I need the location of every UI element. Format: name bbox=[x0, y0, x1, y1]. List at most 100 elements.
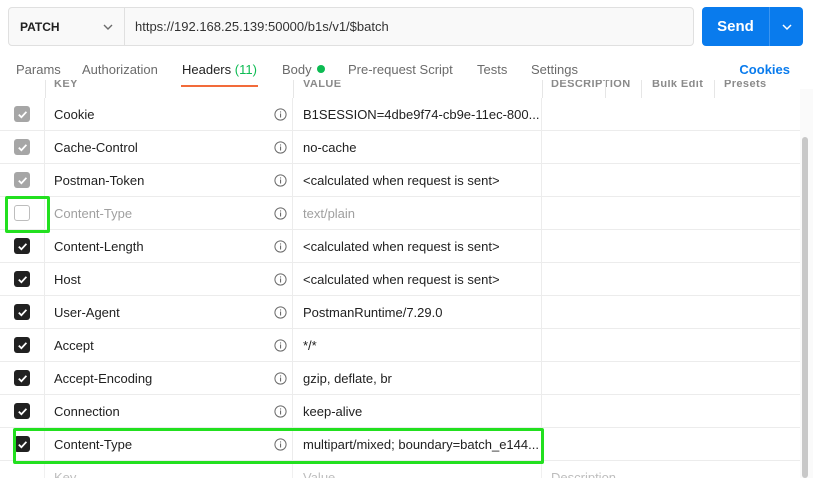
row-enabled-checkbox[interactable] bbox=[14, 370, 30, 386]
tab-headers[interactable]: Headers (11) bbox=[182, 62, 257, 77]
header-key-cell[interactable]: Cookie bbox=[45, 98, 293, 130]
header-value: multipart/mixed; boundary=batch_e144... bbox=[303, 436, 539, 452]
header-key-cell[interactable]: Content-Type bbox=[45, 428, 293, 460]
info-icon[interactable] bbox=[274, 207, 287, 220]
info-icon[interactable] bbox=[274, 273, 287, 286]
header-description-cell[interactable] bbox=[542, 197, 800, 229]
info-icon[interactable] bbox=[274, 240, 287, 253]
new-description-input[interactable]: Description bbox=[542, 461, 800, 478]
header-description-cell[interactable] bbox=[542, 164, 800, 196]
method-select[interactable]: PATCH bbox=[9, 8, 125, 45]
header-value: */* bbox=[303, 337, 317, 353]
header-value-cell[interactable]: text/plain bbox=[293, 197, 542, 229]
header-value-cell[interactable]: keep-alive bbox=[293, 395, 542, 427]
info-icon[interactable] bbox=[274, 438, 287, 451]
header-key-cell[interactable]: Content-Type bbox=[45, 197, 293, 229]
row-enabled-checkbox[interactable] bbox=[14, 337, 30, 353]
table-row: Host <calculated when request is sent> bbox=[0, 263, 800, 296]
method-label: PATCH bbox=[20, 19, 60, 34]
tab-settings[interactable]: Settings bbox=[531, 62, 578, 77]
row-enabled-checkbox[interactable] bbox=[14, 271, 30, 287]
table-row: Content-Length <calculated when request i… bbox=[0, 230, 800, 263]
header-description-cell[interactable] bbox=[542, 98, 800, 130]
tab-pre-request-script[interactable]: Pre-request Script bbox=[348, 62, 453, 77]
header-description-cell[interactable] bbox=[542, 362, 800, 394]
row-enabled-checkbox[interactable] bbox=[14, 304, 30, 320]
header-key-cell[interactable]: Connection bbox=[45, 395, 293, 427]
row-enabled-checkbox[interactable] bbox=[14, 238, 30, 254]
new-key-input[interactable]: Key bbox=[45, 461, 293, 478]
info-icon[interactable] bbox=[274, 372, 287, 385]
new-value-input[interactable]: Value bbox=[293, 461, 542, 478]
header-key-cell[interactable]: Host bbox=[45, 263, 293, 295]
row-enabled-checkbox[interactable] bbox=[14, 436, 30, 452]
header-value-cell[interactable]: <calculated when request is sent> bbox=[293, 164, 542, 196]
tab-label: Authorization bbox=[82, 62, 158, 77]
header-value-cell[interactable]: */* bbox=[293, 329, 542, 361]
info-icon[interactable] bbox=[274, 339, 287, 352]
send-button[interactable]: Send bbox=[702, 7, 769, 46]
row-enabled-checkbox[interactable] bbox=[14, 403, 30, 419]
tab-authorization[interactable]: Authorization bbox=[82, 62, 158, 77]
row-enabled-checkbox[interactable] bbox=[14, 106, 30, 122]
description-placeholder: Description bbox=[551, 469, 617, 478]
header-value-cell[interactable]: B1SESSION=4dbe9f74-cb9e-11ec-800... bbox=[293, 98, 542, 130]
header-key: Content-Type bbox=[54, 205, 133, 221]
table-row: Content-Type multipart/mixed; boundary=ba… bbox=[0, 428, 800, 461]
tab-tests[interactable]: Tests bbox=[477, 62, 507, 77]
header-value: <calculated when request is sent> bbox=[303, 238, 500, 254]
header-value: gzip, deflate, br bbox=[303, 370, 392, 386]
column-divider bbox=[605, 80, 606, 98]
header-key-cell[interactable]: Postman-Token bbox=[45, 164, 293, 196]
header-key-cell[interactable]: Accept-Encoding bbox=[45, 362, 293, 394]
scrollbar-thumb[interactable] bbox=[802, 137, 808, 478]
header-value: B1SESSION=4dbe9f74-cb9e-11ec-800... bbox=[303, 106, 540, 122]
info-icon[interactable] bbox=[274, 174, 287, 187]
tab-label: Params bbox=[16, 62, 61, 77]
header-value-cell[interactable]: gzip, deflate, br bbox=[293, 362, 542, 394]
header-key: Connection bbox=[54, 403, 120, 419]
url-input[interactable]: https://192.168.25.139:50000/b1s/v1/$bat… bbox=[125, 8, 693, 45]
header-description-cell[interactable] bbox=[542, 395, 800, 427]
header-value-cell[interactable]: multipart/mixed; boundary=batch_e144... bbox=[293, 428, 542, 460]
send-options-button[interactable] bbox=[769, 7, 803, 46]
header-key-cell[interactable]: Content-Length bbox=[45, 230, 293, 262]
tab-params[interactable]: Params bbox=[16, 62, 61, 77]
table-row: Accept */* bbox=[0, 329, 800, 362]
header-value: text/plain bbox=[303, 205, 356, 221]
table-row: User-Agent PostmanRuntime/7.29.0 bbox=[0, 296, 800, 329]
tab-body[interactable]: Body bbox=[282, 62, 325, 77]
header-description-cell[interactable] bbox=[542, 131, 800, 163]
info-icon[interactable] bbox=[274, 108, 287, 121]
info-icon[interactable] bbox=[274, 306, 287, 319]
info-icon[interactable] bbox=[274, 141, 287, 154]
header-key: Cache-Control bbox=[54, 139, 138, 155]
header-value: keep-alive bbox=[303, 403, 363, 419]
table-header-row: KEY VALUE DESCRIPTION Bulk Edit Presets bbox=[0, 80, 800, 98]
header-description-cell[interactable] bbox=[542, 230, 800, 262]
header-key-cell[interactable]: Cache-Control bbox=[45, 131, 293, 163]
row-enabled-checkbox[interactable] bbox=[14, 172, 30, 188]
cookies-link[interactable]: Cookies bbox=[739, 62, 790, 77]
header-description-cell[interactable] bbox=[542, 329, 800, 361]
row-checkbox-cell bbox=[0, 164, 45, 196]
row-checkbox-cell bbox=[0, 395, 45, 427]
info-icon[interactable] bbox=[274, 405, 287, 418]
header-value-cell[interactable]: no-cache bbox=[293, 131, 542, 163]
header-value-cell[interactable]: <calculated when request is sent> bbox=[293, 230, 542, 262]
header-value-cell[interactable]: PostmanRuntime/7.29.0 bbox=[293, 296, 542, 328]
header-description-cell[interactable] bbox=[542, 428, 800, 460]
header-value: PostmanRuntime/7.29.0 bbox=[303, 304, 443, 320]
header-description-cell[interactable] bbox=[542, 296, 800, 328]
header-value-cell[interactable]: <calculated when request is sent> bbox=[293, 263, 542, 295]
header-key-cell[interactable]: Accept bbox=[45, 329, 293, 361]
header-value: <calculated when request is sent> bbox=[303, 271, 500, 287]
header-description-cell[interactable] bbox=[542, 263, 800, 295]
bulk-edit-button[interactable]: Bulk Edit bbox=[652, 80, 703, 90]
header-key-cell[interactable]: User-Agent bbox=[45, 296, 293, 328]
chevron-down-icon bbox=[103, 24, 113, 30]
row-enabled-checkbox[interactable] bbox=[14, 139, 30, 155]
send-button-group: Send bbox=[702, 7, 803, 46]
row-enabled-checkbox[interactable] bbox=[14, 205, 30, 221]
presets-button[interactable]: Presets bbox=[724, 80, 767, 90]
